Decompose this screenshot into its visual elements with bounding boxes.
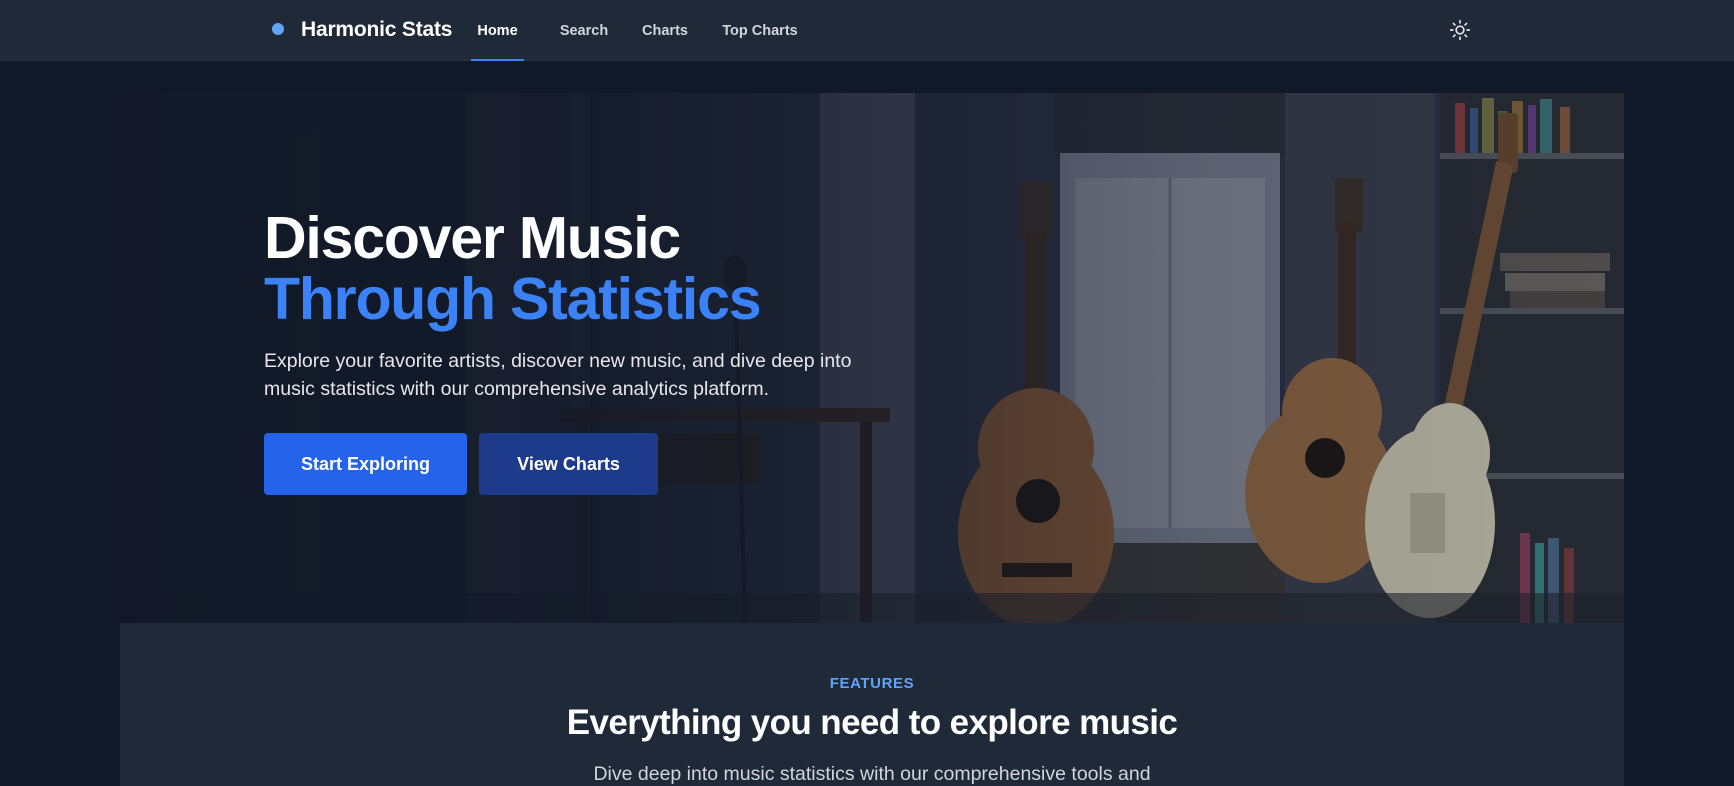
nav-link-home[interactable]: Home [471,0,524,61]
features-section: FEATURES Everything you need to explore … [120,623,1624,786]
view-charts-button[interactable]: View Charts [479,433,658,495]
theme-toggle-button[interactable] [1446,16,1474,44]
hero-title-line2: Through Statistics [264,266,762,332]
brand-logo-dot-icon [272,23,284,35]
top-navbar: Harmonic Stats Home Search Charts Top Ch… [0,0,1734,61]
nav-link-charts[interactable]: Charts [636,0,694,61]
hero-subtitle: Explore your favorite artists, discover … [264,350,852,400]
hero-section: Discover Music Through Statistics Explor… [120,93,1624,623]
features-title: Everything you need to explore music [566,703,1178,742]
nav-link-top-charts[interactable]: Top Charts [715,0,805,61]
nav-link-search[interactable]: Search [554,0,614,61]
brand[interactable]: Harmonic Stats [272,0,452,60]
hero-title-line1: Discover Music [264,205,681,271]
sun-icon [1449,19,1471,41]
start-exploring-button[interactable]: Start Exploring [264,433,467,495]
nav-links: Home Search Charts Top Charts [471,0,805,61]
hero-title: Discover Music Through Statistics [264,205,762,332]
features-eyebrow: FEATURES [829,675,915,692]
features-subtitle: Dive deep into music statistics with our… [593,763,1151,785]
brand-name: Harmonic Stats [301,18,453,41]
